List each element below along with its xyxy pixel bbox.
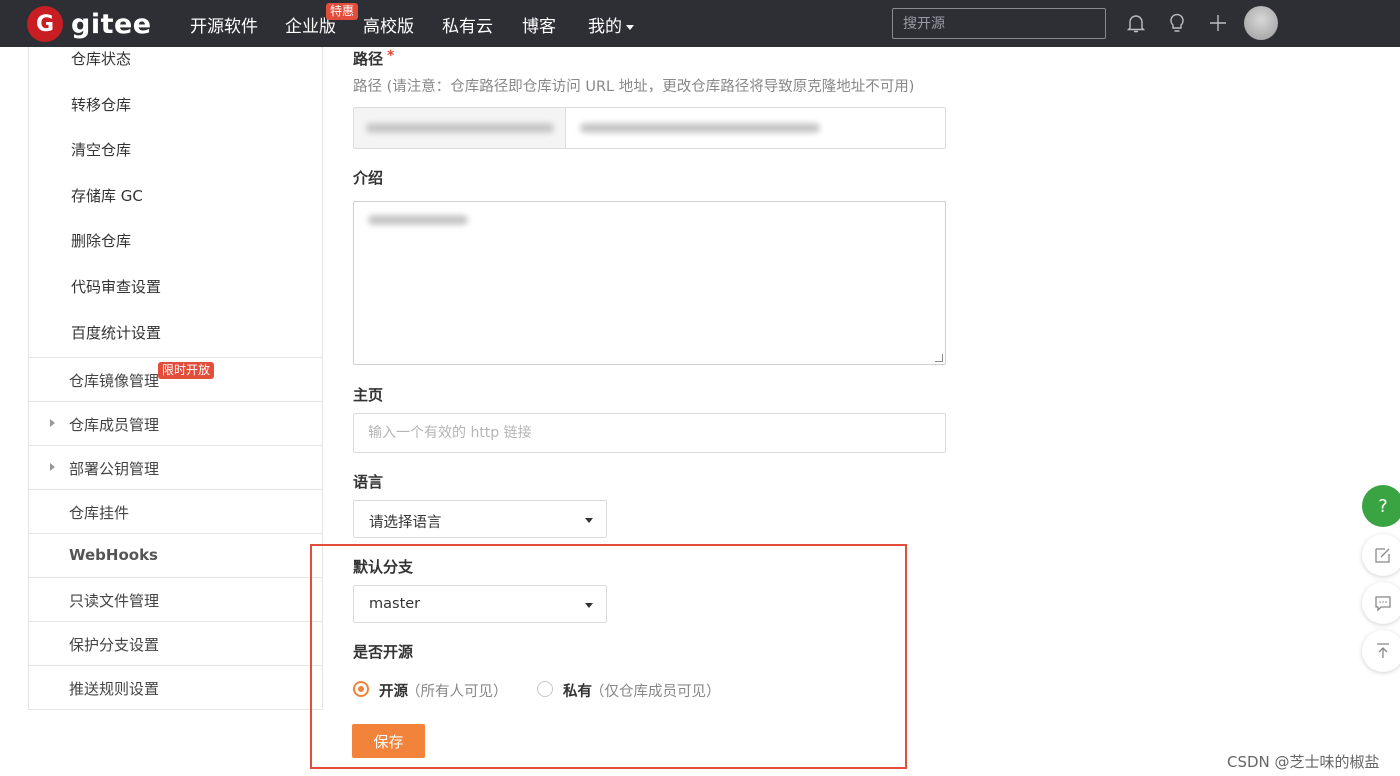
nav-university[interactable]: 高校版 — [363, 12, 414, 37]
path-label-text: 路径 — [353, 50, 384, 68]
avatar[interactable] — [1244, 6, 1278, 40]
language-label: 语言 — [353, 473, 384, 491]
sidebar-item-delete-repo[interactable]: 删除仓库 — [71, 230, 131, 251]
comment-icon — [1375, 596, 1391, 612]
sidebar-item-readonly-files[interactable]: 只读文件管理 — [29, 577, 322, 621]
path-hint: 路径 (请注意：仓库路径即仓库访问 URL 地址，更改仓库路径将导致原克隆地址不… — [353, 79, 915, 95]
redacted-text — [366, 123, 554, 133]
sidebar-item-label: 仓库镜像管理 — [69, 372, 160, 390]
logo-mark: G — [27, 6, 63, 42]
nav-open-source[interactable]: 开源软件 — [190, 12, 258, 37]
feedback-button[interactable] — [1362, 534, 1400, 576]
help-button[interactable]: ? — [1362, 485, 1400, 527]
gitee-logo[interactable]: G gitee — [27, 6, 152, 42]
promo-badge: 特惠 — [326, 3, 359, 20]
language-select[interactable]: 请选择语言 — [353, 500, 607, 538]
sidebar-item-clear-repo[interactable]: 清空仓库 — [71, 139, 131, 160]
homepage-label: 主页 — [353, 386, 384, 404]
redacted-text — [368, 215, 468, 225]
sidebar-item-repo-gc[interactable]: 存储库 GC — [71, 185, 143, 206]
lightbulb-icon[interactable] — [1165, 11, 1189, 35]
nav-mine[interactable]: 我的 — [588, 12, 634, 37]
sidebar-item-code-review[interactable]: 代码审查设置 — [71, 276, 161, 297]
annotation-highlight — [310, 544, 907, 769]
edit-icon — [1375, 548, 1390, 563]
redacted-text — [580, 123, 820, 133]
sidebar-item-transfer-repo[interactable]: 转移仓库 — [71, 94, 131, 115]
logo-text: gitee — [71, 8, 152, 40]
sidebar-item-label: 只读文件管理 — [69, 592, 160, 610]
question-icon: ? — [1378, 495, 1388, 517]
resize-handle-icon[interactable] — [935, 354, 943, 362]
intro-textarea[interactable] — [353, 201, 946, 365]
search-input[interactable] — [892, 8, 1106, 39]
nav-blog[interactable]: 博客 — [522, 12, 556, 37]
required-mark: * — [387, 48, 395, 64]
path-field[interactable] — [353, 107, 946, 149]
caret-right-icon — [50, 463, 55, 471]
path-label: 路径 * — [353, 48, 394, 69]
sidebar-item-repo-status[interactable]: 仓库状态 — [71, 48, 131, 69]
language-select-value: 请选择语言 — [369, 515, 442, 531]
sidebar-divider — [29, 709, 322, 710]
intro-label: 介绍 — [353, 169, 384, 187]
sidebar-item-label: 保护分支设置 — [69, 636, 160, 654]
comment-button[interactable] — [1362, 582, 1400, 624]
sidebar-item-members[interactable]: 仓库成员管理 — [29, 401, 322, 445]
sidebar-item-deploy-keys[interactable]: 部署公钥管理 — [29, 445, 322, 489]
back-to-top-button[interactable] — [1362, 630, 1400, 672]
nav-private-cloud[interactable]: 私有云 — [442, 12, 493, 37]
settings-sidebar: 仓库状态 转移仓库 清空仓库 存储库 GC 删除仓库 代码审查设置 百度统计设置… — [28, 47, 323, 710]
sidebar-item-widgets[interactable]: 仓库挂件 — [29, 489, 322, 533]
caret-right-icon — [50, 419, 55, 427]
path-url-prefix — [354, 108, 566, 148]
sidebar-item-label: 仓库挂件 — [69, 504, 130, 522]
bell-icon[interactable] — [1124, 11, 1148, 35]
sidebar-item-protected-branches[interactable]: 保护分支设置 — [29, 621, 322, 665]
sidebar-item-webhooks[interactable]: WebHooks — [29, 533, 322, 577]
top-navbar: G gitee 开源软件 企业版 特惠 高校版 私有云 博客 我的 — [0, 0, 1400, 47]
chevron-down-icon — [626, 24, 634, 30]
sidebar-item-mirror[interactable]: 仓库镜像管理 限时开放 — [29, 357, 322, 401]
limited-badge: 限时开放 — [158, 362, 215, 379]
watermark: CSDN @芝士味的椒盐 — [1227, 753, 1380, 771]
homepage-input[interactable] — [353, 413, 946, 453]
sidebar-item-push-rules[interactable]: 推送规则设置 — [29, 665, 322, 709]
sidebar-item-label: WebHooks — [69, 546, 158, 564]
arrow-up-icon — [1377, 643, 1389, 658]
sidebar-item-label: 部署公钥管理 — [69, 460, 160, 478]
sidebar-item-label: 推送规则设置 — [69, 680, 160, 698]
caret-down-icon — [585, 518, 593, 523]
sidebar-item-baidu-stats[interactable]: 百度统计设置 — [71, 322, 161, 343]
plus-icon[interactable] — [1206, 11, 1230, 35]
nav-mine-label: 我的 — [588, 17, 622, 37]
sidebar-item-label: 仓库成员管理 — [69, 416, 160, 434]
